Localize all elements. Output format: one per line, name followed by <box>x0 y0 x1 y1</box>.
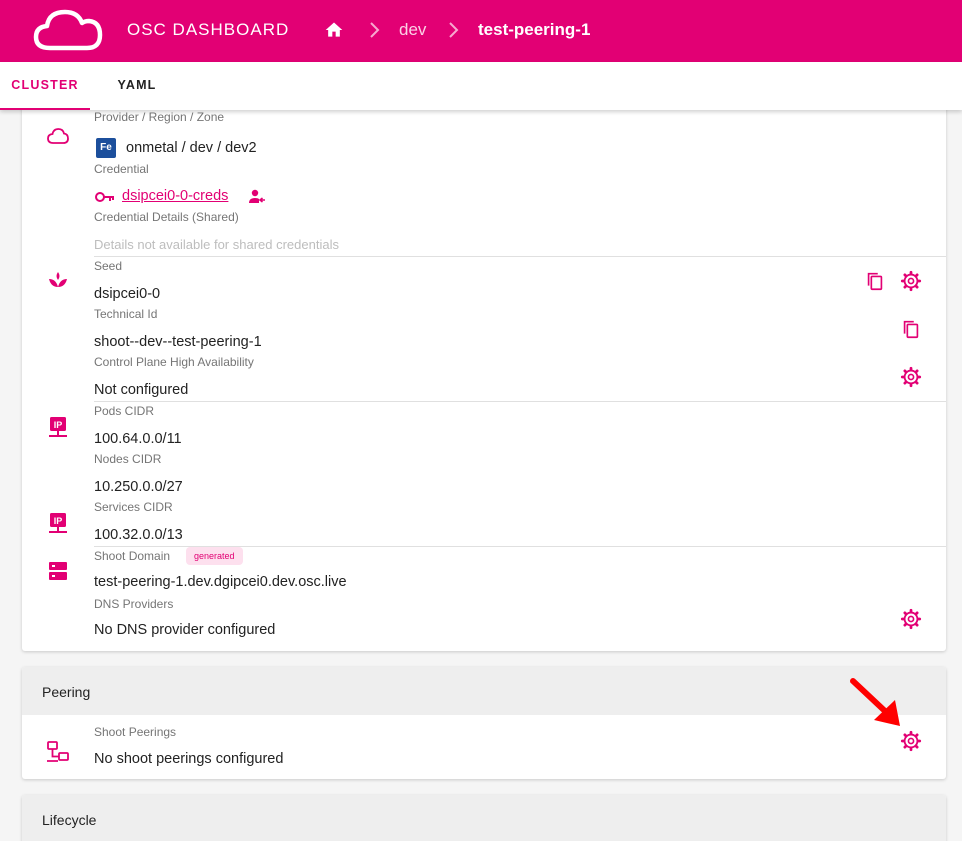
tab-bar: CLUSTER YAML <box>0 62 962 110</box>
seed-value: dsipcei0-0 <box>94 286 161 302</box>
tab-yaml[interactable]: YAML <box>92 62 182 110</box>
svg-text:IP: IP <box>54 420 63 430</box>
dns-server-icon <box>49 562 67 580</box>
chevron-right-icon <box>370 22 380 38</box>
cluster-details-card: Provider / Region / Zone Fe onmetal / de… <box>22 96 946 651</box>
shoot-domain-label: Shoot Domain <box>94 549 171 563</box>
dns-providers-value: No DNS provider configured <box>94 622 276 638</box>
nodes-cidr-label: Nodes CIDR <box>94 452 162 466</box>
technical-id-label: Technical Id <box>94 307 158 321</box>
home-icon[interactable] <box>324 20 344 40</box>
gear-icon[interactable] <box>900 730 922 752</box>
lifecycle-card-header: Lifecycle <box>22 795 946 841</box>
chevron-right-icon <box>449 22 459 38</box>
account-arrow-icon <box>249 189 265 203</box>
app-title[interactable]: OSC DASHBOARD <box>127 20 289 40</box>
cloud-icon <box>47 128 69 144</box>
ip-network-icon: IP <box>49 417 67 437</box>
nodes-cidr-value: 10.250.0.0/27 <box>94 479 183 495</box>
copy-icon[interactable] <box>864 270 886 292</box>
lifecycle-card: Lifecycle <box>22 795 946 841</box>
peering-card: Peering Shoot Peerings No shoot peerings… <box>22 667 946 779</box>
breadcrumb-cluster: test-peering-1 <box>478 20 591 39</box>
provider-logo: Fe <box>96 138 116 158</box>
peering-card-title: Peering <box>42 684 91 700</box>
provider-label: Provider / Region / Zone <box>94 110 225 124</box>
services-cidr-label: Services CIDR <box>94 500 173 514</box>
section-divider <box>94 401 946 402</box>
key-icon <box>95 192 114 202</box>
peering-network-icon <box>47 741 69 762</box>
shoot-peerings-value: No shoot peerings configured <box>94 751 284 767</box>
credential-label: Credential <box>94 162 149 176</box>
lifecycle-card-title: Lifecycle <box>42 812 97 828</box>
ha-value: Not configured <box>94 382 189 398</box>
credential-link[interactable]: dsipcei0-0-creds <box>122 188 228 204</box>
peering-card-header: Peering <box>22 667 946 715</box>
seed-label: Seed <box>94 259 123 273</box>
services-cidr-value: 100.32.0.0/13 <box>94 527 183 543</box>
svg-text:IP: IP <box>54 516 63 526</box>
pods-cidr-label: Pods CIDR <box>94 404 155 418</box>
gear-icon[interactable] <box>900 270 922 292</box>
shoot-domain-value: test-peering-1.dev.dgipcei0.dev.osc.live <box>94 574 347 590</box>
breadcrumb-namespace[interactable]: dev <box>399 20 426 40</box>
tab-cluster[interactable]: CLUSTER <box>0 62 90 110</box>
section-divider <box>94 256 946 257</box>
ip-network-icon: IP <box>49 513 67 533</box>
dns-providers-label: DNS Providers <box>94 597 174 611</box>
shoot-peerings-label: Shoot Peerings <box>94 725 177 739</box>
technical-id-value: shoot--dev--test-peering-1 <box>94 334 262 350</box>
copy-icon[interactable] <box>900 318 922 340</box>
gear-icon[interactable] <box>900 608 922 630</box>
credential-details-value: Details not available for shared credent… <box>94 237 339 252</box>
annotation-arrow-icon <box>850 678 900 726</box>
provider-value: onmetal / dev / dev2 <box>126 140 257 156</box>
seed-icon <box>49 272 67 287</box>
pods-cidr-value: 100.64.0.0/11 <box>94 431 182 447</box>
top-app-bar: OSC DASHBOARD dev test-peering-1 <box>0 0 962 62</box>
generated-badge: generated <box>186 547 243 565</box>
ha-label: Control Plane High Availability <box>94 355 254 369</box>
cloud-logo-icon[interactable] <box>32 8 104 52</box>
credential-details-label: Credential Details (Shared) <box>94 210 239 224</box>
gear-icon[interactable] <box>900 366 922 388</box>
